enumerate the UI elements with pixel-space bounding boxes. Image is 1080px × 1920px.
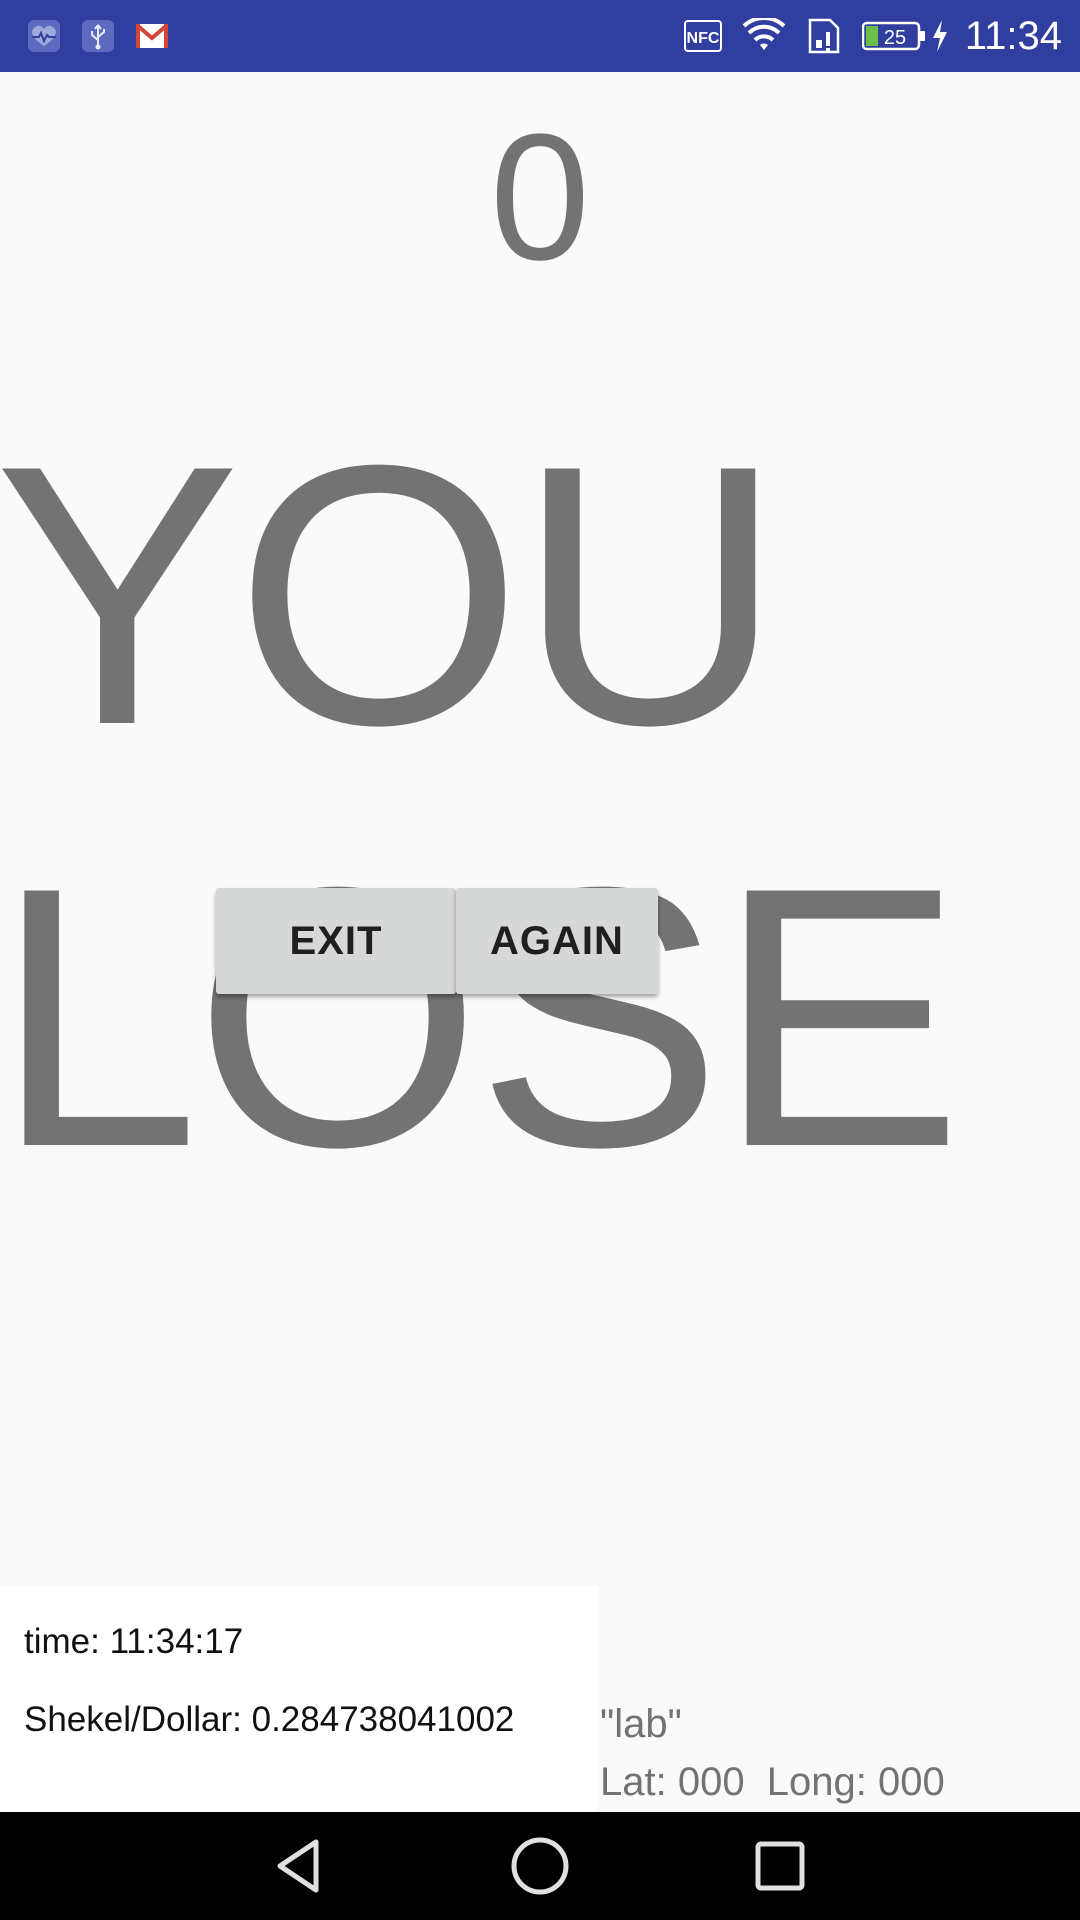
navigation-bar xyxy=(0,1812,1080,1920)
gmail-icon xyxy=(136,24,168,48)
sim-icon xyxy=(808,18,840,54)
location-name: "lab" xyxy=(600,1702,682,1746)
time-readout: time: 11:34:17 xyxy=(24,1622,244,1661)
wifi-icon xyxy=(742,18,786,50)
exchange-rate-readout: Shekel/Dollar: 0.284738041002 xyxy=(24,1700,515,1739)
status-time: 11:34 xyxy=(964,14,1062,58)
home-icon[interactable] xyxy=(504,1830,576,1902)
nfc-icon: NFC xyxy=(684,20,722,52)
health-icon xyxy=(28,20,60,52)
battery-level-text: 25 xyxy=(884,27,906,49)
recent-apps-icon[interactable] xyxy=(744,1830,816,1902)
exit-button[interactable]: EXIT xyxy=(216,888,456,994)
status-bar: NFC 25 11:34 xyxy=(0,0,1080,72)
location-coordinates: Lat: 000 Long: 000 xyxy=(600,1760,945,1804)
score-display: 0 xyxy=(489,97,591,298)
again-button[interactable]: AGAIN xyxy=(456,888,658,994)
charging-icon xyxy=(933,20,947,52)
battery-icon: 25 xyxy=(862,21,925,51)
back-icon[interactable] xyxy=(264,1830,336,1902)
svg-text:NFC: NFC xyxy=(687,30,720,47)
usb-icon xyxy=(82,20,114,52)
info-panel: time: 11:34:17 Shekel/Dollar: 0.28473804… xyxy=(0,1586,598,1812)
game-screen: NFC 25 11:34 0 YOU LOSE EXIT AGAIN time:… xyxy=(0,0,1080,1920)
result-message: YOU LOSE xyxy=(0,389,963,1224)
